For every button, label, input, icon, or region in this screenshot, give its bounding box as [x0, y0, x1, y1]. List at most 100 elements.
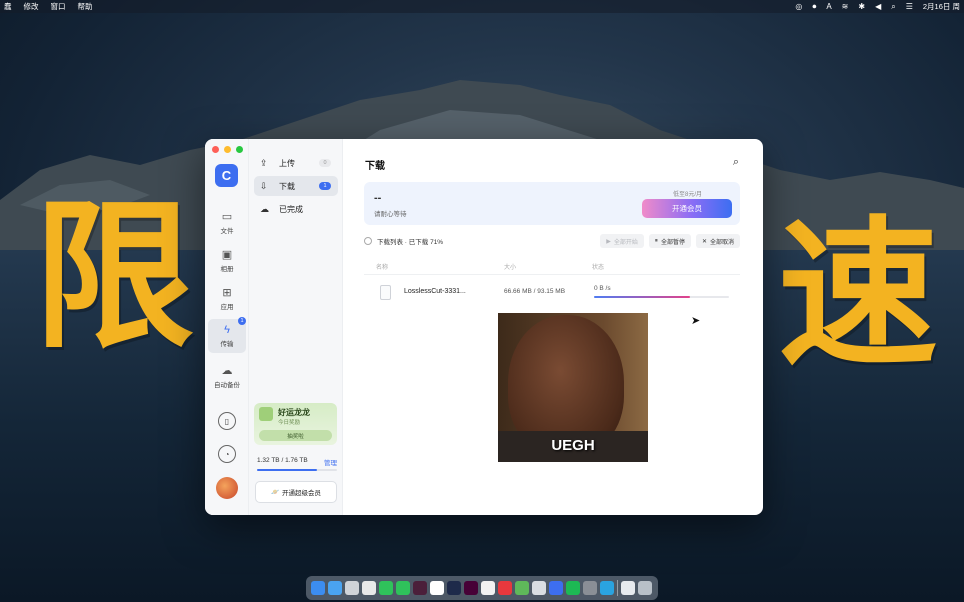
- rail-item-transfer[interactable]: 1 ϟ 传输: [208, 317, 246, 353]
- rail-item-label: 相册: [220, 265, 234, 273]
- pause-icon: ⏸: [654, 237, 658, 244]
- column-header-status: 状态: [592, 265, 605, 271]
- minimize-window-button[interactable]: [224, 146, 231, 153]
- music-app-icon[interactable]: [566, 581, 580, 595]
- sync-status-icon[interactable]: ◎: [795, 2, 802, 11]
- planet-icon: 🪐: [270, 489, 280, 496]
- open-vip-button[interactable]: 开通会员: [642, 199, 732, 218]
- safari-icon[interactable]: [328, 581, 342, 595]
- start-all-label: 全部开始: [613, 239, 638, 246]
- calculator-icon[interactable]: [362, 581, 376, 595]
- spotlight-search-icon[interactable]: ⌕: [891, 2, 895, 12]
- table-row[interactable]: LosslessCut-3331... 66.66 MB / 93.15 MB …: [364, 281, 740, 305]
- overlay-text-left: 限: [34, 182, 195, 370]
- avatar[interactable]: [216, 477, 238, 499]
- pause-all-label: 全部暂停: [660, 239, 685, 246]
- download-speed-value: 0 B /s: [594, 285, 611, 292]
- finder-icon[interactable]: [311, 581, 325, 595]
- lightning-icon: ϟ: [224, 324, 230, 336]
- control-center-icon[interactable]: ☰: [906, 2, 913, 11]
- file-name: LosslessCut-3331...: [404, 288, 466, 295]
- menu-item-window[interactable]: 窗口: [51, 1, 66, 12]
- xd-icon[interactable]: [464, 581, 478, 595]
- table-header: 名称 大小 状态: [364, 259, 740, 275]
- select-all-checkbox[interactable]: [364, 237, 372, 245]
- rail-item-photos[interactable]: ▣ 相册: [208, 243, 246, 277]
- file-icon: [380, 285, 391, 300]
- scanner-icon[interactable]: [532, 581, 546, 595]
- menu-item-help[interactable]: 帮助: [78, 1, 93, 12]
- bluetooth-icon[interactable]: ✱: [858, 2, 865, 11]
- volume-icon[interactable]: ◀: [875, 2, 881, 11]
- menu-item-edit[interactable]: 修改: [24, 1, 39, 12]
- transfer-badge: 1: [238, 317, 246, 325]
- menubar-date[interactable]: 2月16日 周: [923, 1, 960, 12]
- messages-icon[interactable]: [396, 581, 410, 595]
- folder-icon: ▭: [221, 210, 233, 223]
- sidebar-item-label: 已完成: [279, 204, 303, 214]
- settings-icon[interactable]: [583, 581, 597, 595]
- compass-icon[interactable]: ◔: [218, 445, 236, 463]
- indesign-icon[interactable]: [413, 581, 427, 595]
- storage-usage: 1.32 TB / 1.76 TB 管理: [257, 457, 337, 467]
- cloud-drive-icon[interactable]: [549, 581, 563, 595]
- rail-item-files[interactable]: ▭ 文件: [208, 205, 246, 239]
- menu-item-app[interactable]: 蠢: [4, 1, 12, 12]
- wechat-icon[interactable]: [379, 581, 393, 595]
- dragon-icon: [259, 407, 273, 421]
- cancel-all-button[interactable]: ✕ 全部取消: [695, 234, 740, 248]
- download-icon: ⇩: [260, 180, 268, 191]
- phone-icon[interactable]: ▯: [218, 412, 236, 430]
- rail-item-label: 传输: [220, 341, 234, 348]
- download-speed: --: [374, 192, 382, 204]
- input-method-icon[interactable]: A: [826, 2, 831, 11]
- meme-caption: UEGH: [551, 437, 595, 454]
- price-note: 低至8元/月: [672, 192, 702, 198]
- sidebar-item-label: 下载: [279, 181, 295, 191]
- sidebar-item-completed[interactable]: ☁ 已完成: [254, 199, 338, 219]
- file-size: 66.66 MB / 93.15 MB: [504, 288, 566, 295]
- photoshop-icon[interactable]: [447, 581, 461, 595]
- close-window-button[interactable]: [212, 146, 219, 153]
- lucky-dragon-promo[interactable]: 好运龙龙 今日奖励 抽奖啦: [254, 403, 337, 445]
- cloud-check-icon: ☁: [260, 203, 269, 214]
- column-header-size: 大小: [504, 265, 517, 271]
- download-count-badge: 1: [319, 182, 331, 190]
- search-icon[interactable]: ⌕: [733, 156, 739, 169]
- rail-item-apps[interactable]: ⊞ 应用: [208, 281, 246, 315]
- quicktime-icon[interactable]: [600, 581, 614, 595]
- manage-storage-link[interactable]: 管理: [324, 457, 337, 467]
- sidebar-item-label: 上传: [279, 158, 295, 168]
- screenshot-icon[interactable]: [345, 581, 359, 595]
- column-header-name: 名称: [376, 265, 389, 271]
- download-list-summary: 下载列表 · 已下载 71%: [377, 239, 444, 246]
- game-icon[interactable]: [515, 581, 529, 595]
- download-toolbar: 下载列表 · 已下载 71% ▶ 全部开始 ⏸ 全部暂停 ✕ 全部取消: [364, 234, 740, 248]
- notes-icon[interactable]: [481, 581, 495, 595]
- zoom-window-button[interactable]: [236, 146, 243, 153]
- record-icon[interactable]: ⏺: [812, 2, 816, 12]
- upload-icon: ⇪: [260, 157, 268, 168]
- super-vip-button[interactable]: 🪐 开通超级会员: [255, 481, 337, 503]
- mouse-cursor-icon: ➤: [691, 315, 701, 327]
- super-vip-label: 开通超级会员: [282, 490, 322, 497]
- document-icon[interactable]: [621, 581, 635, 595]
- wifi-icon[interactable]: ≋: [842, 2, 849, 11]
- sidebar-item-upload[interactable]: ⇪ 上传 0: [254, 153, 338, 173]
- image-icon: ▣: [221, 248, 233, 261]
- promo-draw-button[interactable]: 抽奖啦: [259, 430, 332, 441]
- reaction-image: UEGH: [498, 313, 648, 462]
- rail-item-auto-backup[interactable]: ☁ 自动备份: [208, 359, 246, 393]
- download-progress-bar: [594, 296, 729, 298]
- storage-bar-fill: [257, 469, 317, 471]
- sidebar-item-download[interactable]: ⇩ 下载 1: [254, 176, 338, 196]
- play-icon: ▶: [606, 238, 611, 245]
- storage-bar: [257, 469, 337, 471]
- wait-message: 请耐心等待: [374, 211, 407, 218]
- trash-icon[interactable]: [638, 581, 652, 595]
- start-all-button[interactable]: ▶ 全部开始: [600, 234, 644, 248]
- pause-all-button[interactable]: ⏸ 全部暂停: [648, 234, 691, 248]
- app-logo-icon: C: [215, 164, 238, 187]
- calendar-icon[interactable]: [430, 581, 444, 595]
- netease-music-icon[interactable]: [498, 581, 512, 595]
